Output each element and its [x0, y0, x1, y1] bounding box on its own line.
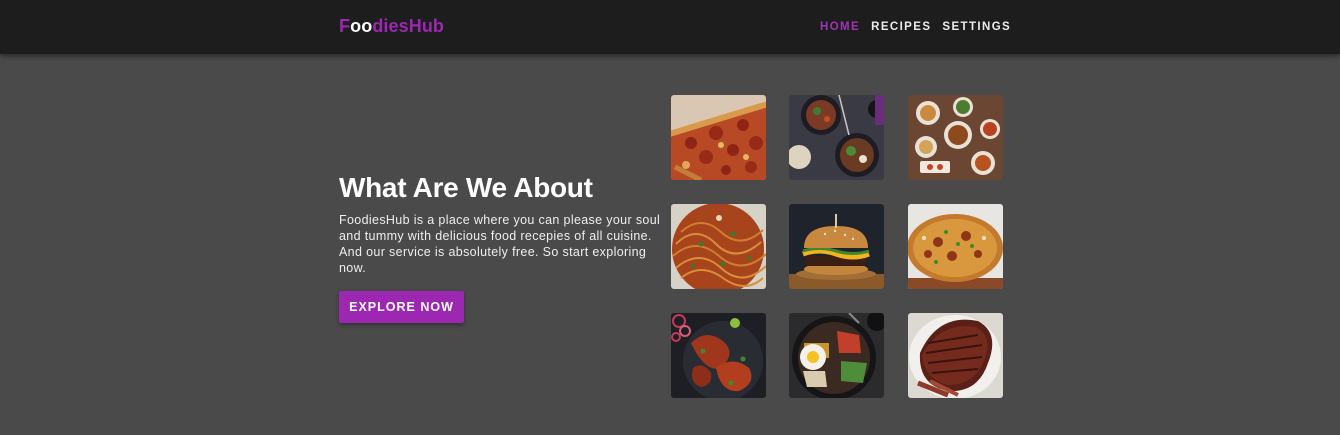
brand-part-3: diesHub [372, 16, 445, 36]
steak-image[interactable] [908, 313, 1003, 398]
nav-link-recipes[interactable]: RECIPES [871, 20, 931, 34]
navbar: FoodiesHub HOME RECIPES SETTINGS [0, 0, 1340, 54]
grilled-chicken-image[interactable] [671, 313, 766, 398]
pizza-image[interactable] [671, 95, 766, 180]
spaghetti-image[interactable] [671, 204, 766, 289]
burger-image[interactable] [789, 204, 884, 289]
rice-bowls-image[interactable] [789, 95, 884, 180]
brand-part-1: F [339, 16, 351, 36]
nav-link-settings[interactable]: SETTINGS [942, 20, 1011, 34]
dinner-spread-image[interactable] [908, 95, 1003, 180]
nav-links: HOME RECIPES SETTINGS [820, 20, 1022, 34]
brand-part-2: oo [350, 16, 373, 36]
nav-link-home[interactable]: HOME [820, 20, 860, 34]
biryani-image[interactable] [908, 204, 1003, 289]
bibimbap-image[interactable] [789, 313, 884, 398]
brand-logo[interactable]: FoodiesHub [339, 15, 444, 37]
hero-title: What Are We About [339, 172, 593, 203]
explore-now-button[interactable]: EXPLORE NOW [339, 291, 464, 323]
hero-description: FoodiesHub is a place where you can plea… [339, 213, 661, 275]
